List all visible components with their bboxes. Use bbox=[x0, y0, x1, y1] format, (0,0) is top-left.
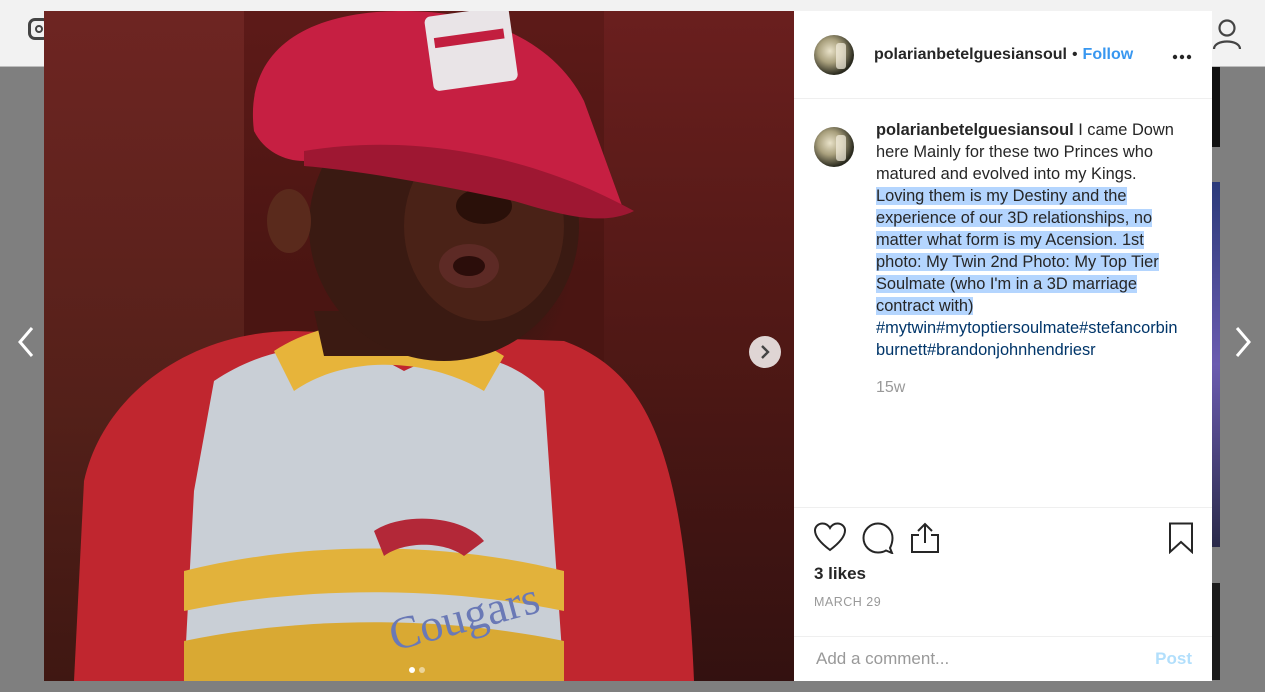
carousel-next-button[interactable] bbox=[749, 336, 781, 368]
avatar[interactable] bbox=[814, 34, 854, 75]
next-arrow-icon[interactable] bbox=[1233, 326, 1253, 363]
bookmark-icon[interactable] bbox=[1168, 522, 1194, 559]
carousel-dot-2[interactable] bbox=[419, 667, 425, 673]
time-ago: 15w bbox=[876, 379, 906, 396]
comment-bar: Post bbox=[794, 636, 1212, 681]
likes-count[interactable]: 3 likes bbox=[814, 564, 866, 584]
caption-text: polarianbetelguesiansoul I came Down her… bbox=[876, 119, 1182, 361]
chevron-right-icon bbox=[761, 345, 770, 359]
post-sidebar: polarianbetelguesiansoul • Follow polari… bbox=[794, 11, 1212, 681]
profile-icon[interactable] bbox=[1212, 18, 1242, 55]
header-separator: • bbox=[1071, 45, 1078, 63]
post-comment-button[interactable]: Post bbox=[1155, 649, 1192, 669]
header-username[interactable]: polarianbetelguesiansoul bbox=[874, 46, 1067, 64]
post-photo[interactable]: Cougars bbox=[44, 11, 794, 681]
post-header: polarianbetelguesiansoul • Follow bbox=[794, 11, 1212, 99]
caption-avatar[interactable] bbox=[814, 127, 854, 167]
more-options-icon[interactable] bbox=[1172, 47, 1192, 65]
follow-button[interactable]: Follow bbox=[1083, 46, 1134, 64]
caption-row: polarianbetelguesiansoul I came Down her… bbox=[814, 119, 1192, 361]
comment-icon[interactable] bbox=[862, 522, 894, 559]
share-icon[interactable] bbox=[910, 522, 940, 559]
carousel-dot-1[interactable] bbox=[409, 667, 415, 673]
carousel-dots bbox=[409, 667, 425, 673]
caption-hashtags[interactable]: #mytwin#mytoptiersoulmate#stefancorbinbu… bbox=[876, 317, 1182, 361]
heart-icon[interactable] bbox=[813, 522, 847, 559]
prev-arrow-icon[interactable] bbox=[16, 326, 36, 363]
caption-username[interactable]: polarianbetelguesiansoul bbox=[876, 121, 1074, 139]
comment-input[interactable] bbox=[814, 648, 1156, 670]
post-modal: Cougars polarianbetelguesiansoul • Follo… bbox=[44, 11, 1212, 681]
post-date: MARCH 29 bbox=[814, 595, 882, 609]
caption-area: polarianbetelguesiansoul I came Down her… bbox=[794, 99, 1212, 507]
post-actions: 3 likes MARCH 29 Post bbox=[794, 507, 1212, 681]
caption-highlighted: Loving them is my Destiny and the experi… bbox=[876, 187, 1159, 315]
